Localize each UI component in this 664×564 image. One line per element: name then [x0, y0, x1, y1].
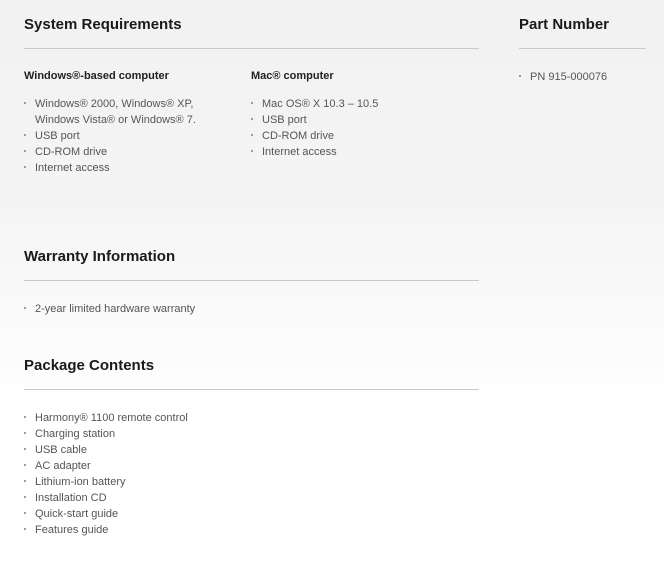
system-requirements-title: System Requirements — [24, 16, 182, 33]
part-number-title: Part Number — [519, 16, 610, 33]
list-item: Features guide — [24, 522, 324, 538]
list-item: CD-ROM drive — [251, 128, 461, 144]
list-item: Internet access — [24, 160, 224, 176]
package-contents-list: Harmony® 1100 remote control Charging st… — [24, 410, 324, 538]
divider — [24, 280, 479, 281]
list-item: Harmony® 1100 remote control — [24, 410, 324, 426]
warranty-section: Warranty Information — [24, 248, 175, 266]
list-item: Charging station — [24, 426, 324, 442]
mac-requirements-list: Mac OS® X 10.3 – 10.5 USB port CD-ROM dr… — [251, 96, 461, 160]
divider — [519, 48, 646, 49]
list-item: Installation CD — [24, 490, 324, 506]
list-item: USB cable — [24, 442, 324, 458]
warranty-list: 2-year limited hardware warranty — [24, 301, 324, 317]
list-item: Lithium-ion battery — [24, 474, 324, 490]
divider — [24, 389, 479, 390]
list-item: Internet access — [251, 144, 461, 160]
list-item: Windows® 2000, Windows® XP, Windows Vist… — [24, 96, 224, 128]
package-contents-section: Package Contents — [24, 357, 154, 375]
warranty-title: Warranty Information — [24, 248, 176, 265]
windows-requirements-list: Windows® 2000, Windows® XP, Windows Vist… — [24, 96, 224, 176]
list-item: 2-year limited hardware warranty — [24, 301, 324, 317]
part-number-value: PN 915-000076 — [519, 69, 649, 85]
list-item: USB port — [251, 112, 461, 128]
list-item: Mac OS® X 10.3 – 10.5 — [251, 96, 461, 112]
list-item: USB port — [24, 128, 224, 144]
list-item: CD-ROM drive — [24, 144, 224, 160]
divider — [24, 48, 479, 49]
part-number-list: PN 915-000076 — [519, 69, 649, 85]
package-contents-title: Package Contents — [24, 357, 155, 374]
list-item: Quick-start guide — [24, 506, 324, 522]
mac-requirements-heading: Mac® computer — [251, 70, 334, 82]
system-requirements-section: System Requirements — [24, 16, 182, 34]
part-number-section: Part Number — [519, 16, 609, 34]
windows-requirements-heading: Windows®-based computer — [24, 70, 169, 82]
list-item: AC adapter — [24, 458, 324, 474]
